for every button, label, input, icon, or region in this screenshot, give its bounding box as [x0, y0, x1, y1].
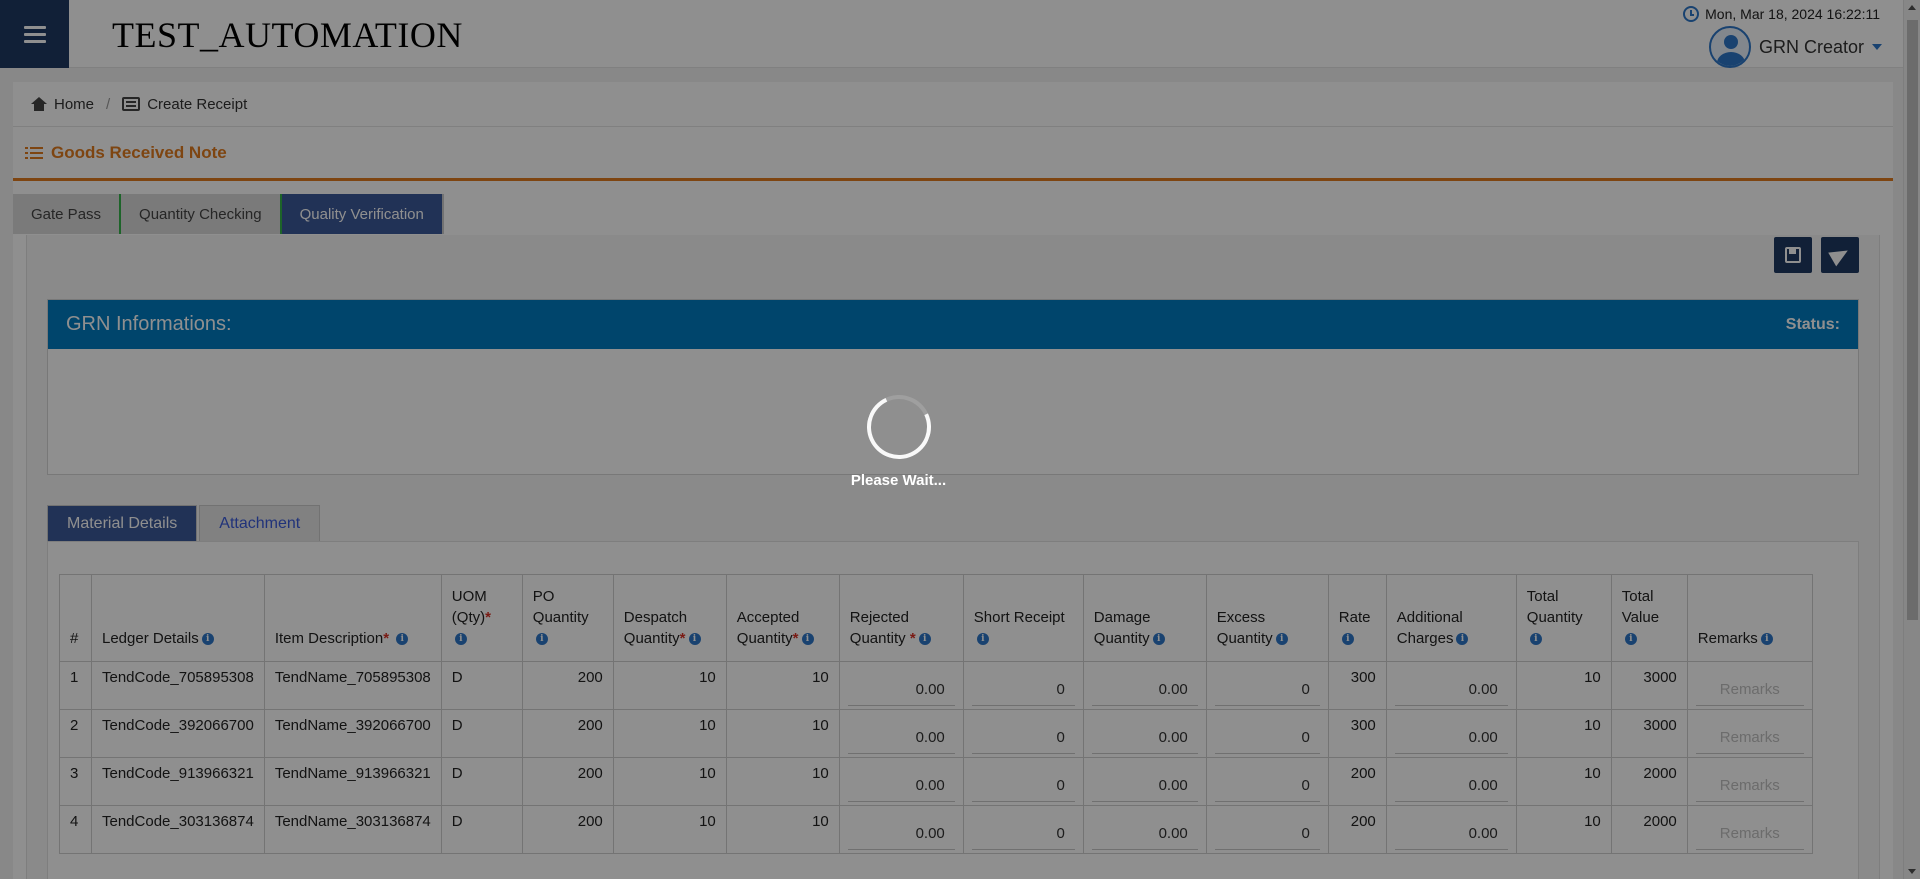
loading-overlay	[0, 0, 1920, 879]
loading-text: Please Wait...	[850, 472, 947, 489]
